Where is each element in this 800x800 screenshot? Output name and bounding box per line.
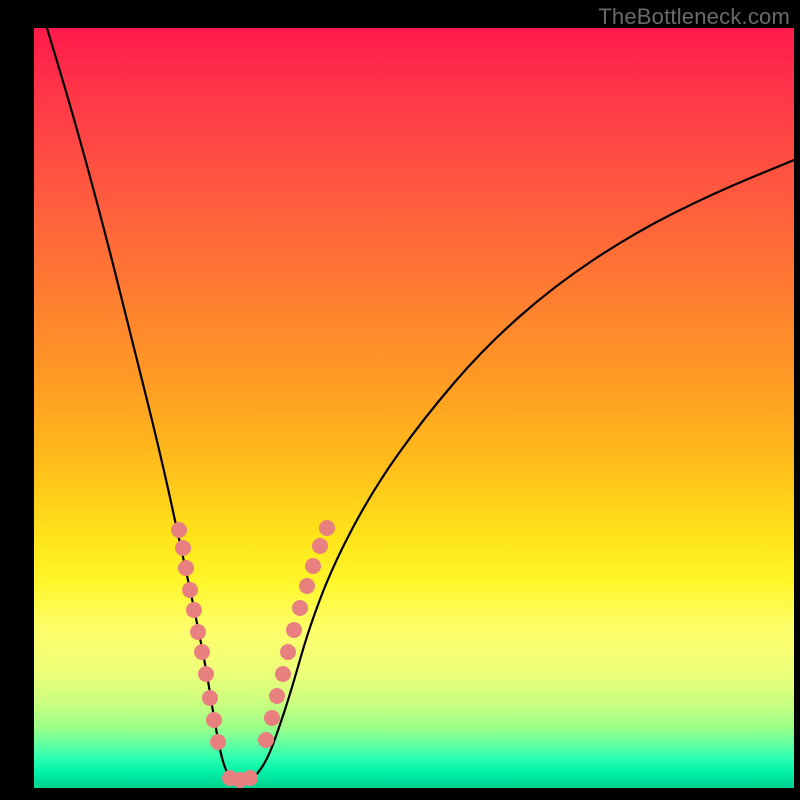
dots-left-group <box>171 522 226 750</box>
data-dot <box>182 582 198 598</box>
data-dot <box>178 560 194 576</box>
data-dot <box>242 770 258 786</box>
data-dot <box>305 558 321 574</box>
data-dot <box>275 666 291 682</box>
data-dot <box>175 540 191 556</box>
data-dot <box>194 644 210 660</box>
data-dot <box>292 600 308 616</box>
data-dot <box>299 578 315 594</box>
data-dot <box>258 732 274 748</box>
data-dot <box>264 710 280 726</box>
watermark-text: TheBottleneck.com <box>598 4 790 30</box>
dots-right-group <box>258 520 335 748</box>
data-dot <box>280 644 296 660</box>
data-dot <box>269 688 285 704</box>
plot-area <box>34 28 794 788</box>
data-dot <box>171 522 187 538</box>
data-dot <box>198 666 214 682</box>
data-dot <box>186 602 202 618</box>
data-dot <box>210 734 226 750</box>
bottleneck-curve <box>47 28 794 784</box>
chart-stage: TheBottleneck.com <box>0 0 800 800</box>
data-dot <box>286 622 302 638</box>
data-dot <box>190 624 206 640</box>
data-dot <box>319 520 335 536</box>
data-dot <box>206 712 222 728</box>
data-dot <box>202 690 218 706</box>
dots-bottom-group <box>222 770 258 788</box>
chart-svg <box>34 28 794 788</box>
data-dot <box>312 538 328 554</box>
